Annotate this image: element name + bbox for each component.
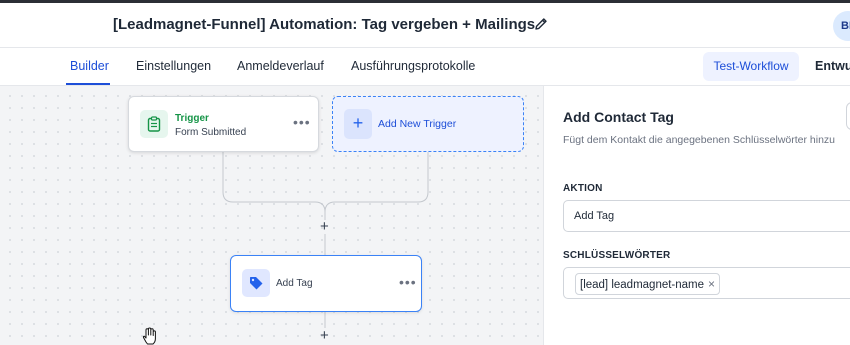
panel-title: Add Contact Tag [563,109,674,125]
trigger-subtitle: Form Submitted [175,127,247,138]
test-workflow-button[interactable]: Test-Workflow [703,52,799,81]
keyword-chip: [lead] leadmagnet-name × [575,273,721,295]
action-node-label: Add Tag [276,278,313,289]
add-tag-action-node[interactable]: Add Tag ••• [230,255,422,312]
action-menu-icon[interactable]: ••• [399,274,417,290]
tab-builder[interactable]: Builder [70,59,109,73]
add-new-trigger-node[interactable]: + Add New Trigger [332,96,524,152]
keywords-input[interactable]: [lead] leadmagnet-name × [563,267,850,299]
workflow-title: [Leadmagnet-Funnel] Automation: Tag verg… [113,16,536,33]
tab-anmeldeverlauf[interactable]: Anmeldeverlauf [237,59,324,73]
tag-icon [242,269,270,297]
tab-bar: Builder Einstellungen Anmeldeverlauf Aus… [0,48,850,86]
hand-cursor-icon [142,327,156,345]
chip-remove-icon[interactable]: × [708,274,715,294]
keyword-chip-label: [lead] leadmagnet-name [580,279,705,291]
add-new-trigger-label: Add New Trigger [378,118,457,130]
keywords-field-label: SCHLÜSSELWÖRTER [563,250,671,261]
workflow-canvas[interactable]: Trigger Form Submitted ••• + Add New Tri… [0,86,543,345]
panel-close-button[interactable] [846,102,850,130]
trigger-node[interactable]: Trigger Form Submitted ••• [128,96,319,152]
draft-status-toggle[interactable]: Entwurf [815,59,850,73]
add-step-plus-icon-bottom[interactable]: + [320,328,329,343]
workflow-header: [Leadmagnet-Funnel] Automation: Tag verg… [0,3,850,48]
clipboard-icon [140,110,168,138]
trigger-menu-icon[interactable]: ••• [293,114,311,130]
active-tab-indicator [66,83,110,85]
panel-description: Fügt dem Kontakt die angegebenen Schlüss… [563,134,836,146]
trigger-title: Trigger [175,113,209,124]
pencil-icon[interactable] [533,16,549,32]
avatar[interactable]: BI [833,11,850,41]
tab-einstellungen[interactable]: Einstellungen [136,59,211,73]
action-select[interactable]: Add Tag [563,200,850,232]
action-field-label: AKTION [563,183,603,194]
plus-icon: + [344,109,372,139]
add-step-plus-icon[interactable]: + [320,219,329,234]
tab-ausfuehrungsprotokolle[interactable]: Ausführungsprotokolle [351,59,475,73]
action-settings-panel: Add Contact Tag Fügt dem Kontakt die ang… [543,86,850,345]
